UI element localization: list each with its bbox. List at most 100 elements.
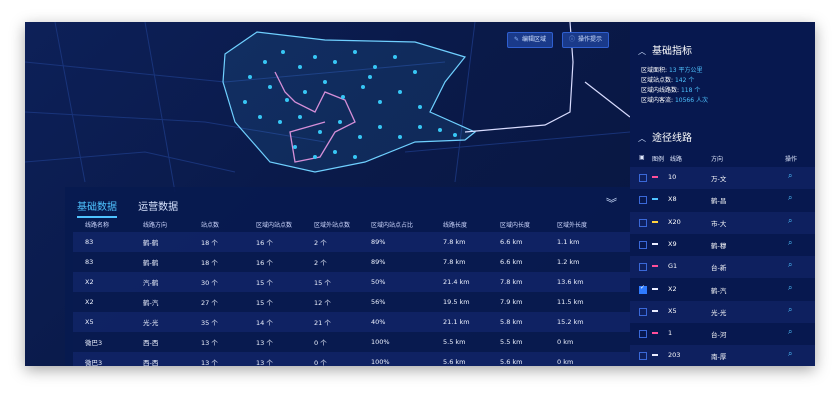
locate-icon[interactable]: ⌕: [788, 193, 792, 203]
route-direction: 台-河: [711, 331, 727, 340]
table-header: 线路名称 线路方向 站点数 区域内站点数 区域外站点数 区域内站点占比 线路长度…: [73, 217, 630, 232]
tab-basic-data[interactable]: 基础数据: [77, 198, 117, 218]
table-cell: 21.4 km: [431, 272, 488, 292]
table-cell: 27 个: [189, 292, 244, 312]
double-chevron-down-icon[interactable]: ︾: [606, 195, 617, 211]
table-cell: 鹤-鹤: [131, 252, 189, 272]
table-cell: 16 个: [244, 232, 302, 252]
table-cell: 21.1 km: [431, 312, 488, 332]
table-cell: 7.8 km: [431, 252, 488, 272]
table-cell: X2: [73, 272, 131, 292]
route-checkbox[interactable]: [639, 352, 647, 361]
locate-icon[interactable]: ⌕: [788, 349, 792, 359]
region-boundary: [222, 31, 477, 173]
table-cell: 0 km: [545, 332, 630, 352]
metric-ridership: 区域内客流: 10566 人次: [641, 97, 708, 104]
route-direction: 光-光: [711, 308, 727, 317]
route-checkbox[interactable]: [639, 330, 647, 339]
table-row[interactable]: X2 鹤-汽 27 个 15 个 12 个 56% 19.5 km 7.9 km 11.5 km: [73, 292, 630, 312]
locate-icon[interactable]: ⌕: [788, 305, 792, 315]
table-cell: 鹤-鹤: [131, 232, 189, 252]
table-cell: 100%: [359, 332, 431, 352]
route-row[interactable]: 10 万-文 ⌕: [630, 167, 815, 189]
table-cell: 1.1 km: [545, 232, 630, 252]
table-cell: 13 个: [244, 352, 302, 366]
route-direction: 市-大: [711, 219, 727, 228]
locate-icon[interactable]: ⌕: [788, 327, 792, 337]
table-cell: 89%: [359, 232, 431, 252]
route-checkbox[interactable]: [639, 196, 647, 205]
metric-lines: 区域内线路数: 118 个: [641, 87, 701, 94]
table-cell: 13 个: [189, 352, 244, 366]
route-name: 203: [668, 351, 681, 360]
route-legend-swatch: [652, 176, 658, 178]
route-path-east: [584, 81, 630, 118]
route-checkbox[interactable]: [639, 284, 647, 294]
route-name: X5: [668, 306, 677, 315]
table-cell: 7.8 km: [431, 232, 488, 252]
panel-tabs: 基础数据 运营数据: [77, 195, 194, 218]
route-legend-swatch: [652, 332, 658, 335]
route-row[interactable]: X2 鹤-汽 ⌕: [630, 279, 815, 301]
table-row[interactable]: X2 汽-鹤 30 个 15 个 15 个 50% 21.4 km 7.8 km 13.6 km: [73, 272, 630, 292]
route-direction: 台-新: [711, 264, 727, 273]
routes-header[interactable]: ︿ 途径线路: [638, 129, 692, 144]
route-checkbox[interactable]: [639, 218, 647, 227]
route-legend-swatch: [652, 220, 658, 223]
metric-stops: 区域站点数: 142 个: [641, 77, 695, 84]
select-all-checkbox[interactable]: ▣: [639, 154, 645, 161]
route-checkbox[interactable]: [639, 174, 647, 182]
table-cell: 16 个: [244, 252, 302, 272]
direction-header: 方向: [711, 156, 724, 163]
data-panel: 基础数据 运营数据 ︾ 线路名称 线路方向 站点数 区域内站点数 区域外站点数 …: [65, 187, 635, 366]
table-cell: 14 个: [244, 312, 302, 332]
table-cell: 鹤-汽: [131, 292, 189, 312]
table-row[interactable]: 83 鹤-鹤 18 个 16 个2 个 89% 7.8 km 6.6 km 1.1 km: [73, 232, 630, 252]
route-legend-swatch: [652, 354, 658, 357]
tab-operation-data[interactable]: 运营数据: [138, 198, 178, 216]
route-checkbox[interactable]: [639, 263, 647, 272]
table-cell: 30 个: [189, 272, 244, 292]
route-checkbox[interactable]: [639, 240, 647, 249]
locate-icon[interactable]: ⌕: [788, 283, 792, 293]
table-cell: 0 个: [302, 332, 359, 352]
table-cell: 12 个: [302, 292, 359, 312]
table-cell: 50%: [359, 272, 431, 292]
edit-area-button[interactable]: ✎ 编辑区域: [507, 32, 554, 48]
locate-icon[interactable]: ⌕: [788, 260, 792, 270]
table-cell: 13 个: [244, 332, 302, 352]
column-header: 线路方向: [143, 222, 168, 229]
column-header: 区域外长度: [557, 222, 588, 229]
route-row[interactable]: 1 台-河 ⌕: [630, 323, 815, 345]
table-row[interactable]: 微巴3 西-西 13 个 13 个0 个 100% 5.5 km 5.5 km 0 km: [73, 332, 630, 352]
locate-icon[interactable]: ⌕: [788, 238, 792, 248]
route-checkbox[interactable]: [639, 307, 647, 316]
table-row[interactable]: 83 鹤-鹤 18 个 16 个2 个 89% 7.8 km 6.6 km 1.2 km: [73, 252, 630, 272]
route-name: X8: [668, 195, 677, 204]
table-cell: 15.2 km: [545, 312, 630, 332]
table-row[interactable]: 微巴3 西-西 13 个 13 个0 个 100% 5.6 km 5.6 km 0 km: [73, 352, 630, 366]
table-cell: 6.6 km: [488, 252, 545, 272]
table-cell: 7.8 km: [488, 272, 545, 292]
route-row[interactable]: X9 鹤-穆 ⌕: [630, 234, 815, 256]
line-header: 线路: [670, 156, 683, 163]
route-row[interactable]: 203 南-厚 ⌕: [630, 345, 815, 366]
table-row[interactable]: X5 光-光 35 个 14 个 21 个 40% 21.1 km 5.8 km 15.2 km: [73, 312, 630, 332]
route-row[interactable]: X20 市-大 ⌕: [630, 211, 815, 234]
locate-icon[interactable]: ⌕: [788, 216, 792, 226]
basic-metrics-header[interactable]: ︿ 基础指标: [638, 42, 692, 57]
table-cell: 15 个: [244, 272, 302, 292]
route-direction: 万-文: [711, 175, 727, 183]
locate-icon[interactable]: ⌕: [788, 171, 792, 181]
route-row[interactable]: X5 光-光 ⌕: [630, 300, 815, 323]
help-button[interactable]: ⓘ 操作提示: [562, 32, 610, 48]
table-cell: 89%: [359, 252, 431, 272]
table-cell: 2 个: [302, 252, 359, 272]
route-legend-swatch: [652, 287, 658, 290]
route-row[interactable]: G1 台-新 ⌕: [630, 256, 815, 279]
table-cell: 西-西: [131, 352, 189, 366]
column-header: 线路名称: [85, 222, 110, 229]
table-cell: 15 个: [302, 272, 359, 292]
route-row[interactable]: X8 鹤-昌 ⌕: [630, 189, 815, 211]
route-legend-swatch: [652, 198, 658, 201]
